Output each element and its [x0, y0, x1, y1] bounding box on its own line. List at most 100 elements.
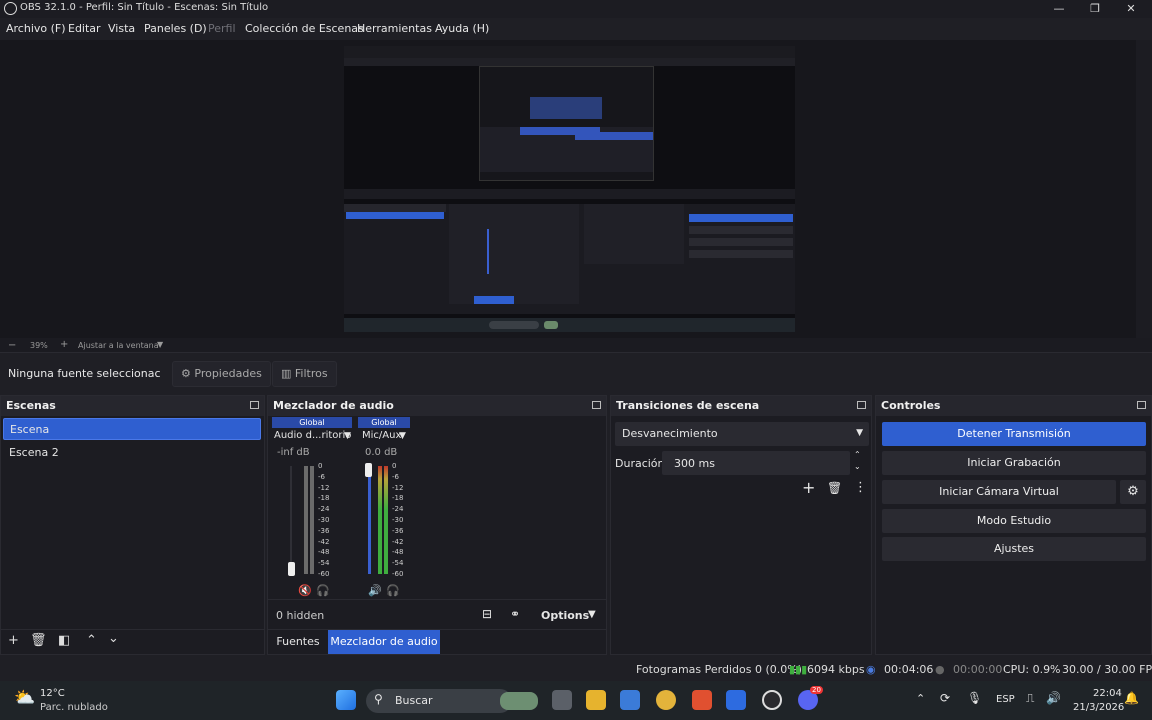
meter-scale-tick: -48: [392, 548, 404, 557]
virtual-camera-settings-gear-icon[interactable]: ⚙: [1120, 480, 1146, 504]
language-indicator[interactable]: ESP: [996, 694, 1015, 705]
notification-bell-icon[interactable]: 🔔: [1124, 691, 1139, 705]
meter-scale-tick: -30: [318, 516, 330, 524]
menu-perfil[interactable]: Perfil: [208, 22, 236, 35]
fit-window-button[interactable]: Ajustar a la ventana: [78, 341, 159, 350]
link-icon[interactable]: ⚭: [510, 607, 520, 621]
task-view-icon[interactable]: [552, 690, 572, 710]
float-dock-icon[interactable]: [592, 401, 601, 409]
minimize-button[interactable]: —: [1042, 0, 1076, 18]
muted-speaker-icon[interactable]: 🔇: [298, 584, 312, 597]
scene-item[interactable]: Escena 2: [3, 442, 261, 464]
menu-paneles[interactable]: Paneles (D): [144, 22, 207, 35]
channel-menu-icon[interactable]: ▼: [399, 431, 406, 441]
gear-icon: ⚙: [181, 367, 191, 380]
spin-up-icon[interactable]: ⌃: [854, 450, 861, 459]
hide-channels-icon[interactable]: ⊟: [482, 607, 492, 621]
float-dock-icon[interactable]: [857, 401, 866, 409]
clock-date[interactable]: 21/3/2026: [1073, 702, 1124, 713]
volume-slider-track[interactable]: [368, 466, 371, 574]
add-transition-icon[interactable]: +: [802, 478, 815, 497]
meter-scale-tick: -18: [392, 494, 404, 503]
scenes-dock-title: Escenas: [6, 399, 56, 412]
stop-streaming-button[interactable]: Detener Transmisión: [882, 422, 1146, 446]
menu-coleccion-escenas[interactable]: Colección de Escenas: [245, 22, 364, 35]
close-button[interactable]: ✕: [1114, 0, 1148, 18]
weather-icon[interactable]: ⛅: [14, 688, 35, 708]
menu-archivo[interactable]: Archivo (F): [6, 22, 66, 35]
tab-fuentes[interactable]: Fuentes: [270, 630, 326, 654]
nested-control: [575, 132, 653, 140]
speaker-icon[interactable]: 🔊: [368, 584, 382, 597]
float-dock-icon[interactable]: [250, 401, 259, 409]
store-icon[interactable]: [620, 690, 640, 710]
preview-canvas[interactable]: [344, 46, 795, 332]
start-recording-button[interactable]: Iniciar Grabación: [882, 451, 1146, 475]
chrome-icon[interactable]: [656, 690, 676, 710]
move-up-icon[interactable]: ⌃: [86, 633, 97, 648]
settings-button[interactable]: Ajustes: [882, 537, 1146, 561]
spin-down-icon[interactable]: ⌄: [854, 462, 861, 471]
options-dropdown-icon[interactable]: ▼: [588, 609, 596, 620]
windows-start-icon[interactable]: [336, 690, 356, 710]
preview-vertical-scrollbar[interactable]: [1136, 40, 1152, 338]
meter-scale-tick: -12: [318, 483, 330, 492]
stream-status-icon: ◉: [866, 663, 876, 676]
zoom-dropdown-icon[interactable]: ▼: [157, 340, 163, 349]
tab-mezclador[interactable]: Mezclador de audio: [328, 630, 440, 654]
maximize-button[interactable]: ❐: [1078, 0, 1112, 18]
nested-tab-active: [474, 296, 514, 304]
scene-item[interactable]: Escena: [3, 418, 261, 440]
volume-slider-track[interactable]: [290, 466, 292, 574]
channel-menu-icon[interactable]: ▼: [344, 431, 351, 441]
discord-badge: 20: [810, 686, 823, 694]
headphones-icon[interactable]: 🎧: [316, 584, 330, 597]
float-dock-icon[interactable]: [1137, 401, 1146, 409]
menu-editar[interactable]: Editar: [68, 22, 101, 35]
meter-scale-tick: -6: [318, 472, 325, 481]
app-icon[interactable]: [726, 690, 746, 710]
meter-scale-tick: 0: [392, 462, 397, 470]
menu-bar: Archivo (F) Editar Vista Paneles (D) Per…: [0, 18, 1152, 40]
more-icon[interactable]: ⋮: [854, 480, 867, 495]
menu-herramientas[interactable]: Herramientas: [357, 22, 432, 35]
meter-scale-tick: 0: [318, 462, 323, 470]
start-virtual-camera-button[interactable]: Iniciar Cámara Virtual: [882, 480, 1116, 504]
menu-ayuda[interactable]: Ayuda (H): [435, 22, 489, 35]
options-button[interactable]: Options: [541, 609, 589, 622]
meter-scale-tick: -36: [392, 526, 404, 535]
status-bar: Fotogramas Perdidos 0 (0.0%) ▮▮▮ 6094 kb…: [0, 657, 1152, 681]
zoom-in-button[interactable]: +: [60, 339, 68, 350]
properties-button[interactable]: ⚙ Propiedades: [172, 361, 271, 387]
sync-icon[interactable]: ⟳: [940, 691, 950, 705]
source-toolbar: Ninguna fuente seleccionac ⚙ Propiedades…: [0, 357, 1152, 391]
clock-time[interactable]: 22:04: [1093, 688, 1122, 699]
duration-field[interactable]: 300 ms: [662, 451, 850, 475]
zoom-out-button[interactable]: −: [8, 340, 16, 351]
obs-taskbar-icon[interactable]: [762, 690, 782, 710]
menu-vista[interactable]: Vista: [108, 22, 135, 35]
windows-taskbar: ⛅ 12°C Parc. nublado ⚲ Buscar 20 ⌃ ⟳ 🎙 E…: [0, 681, 1152, 720]
transition-select[interactable]: Desvanecimiento ▼: [615, 422, 869, 446]
audio-meter: [304, 466, 308, 574]
mixer-dock-title: Mezclador de audio: [273, 399, 394, 412]
trash-icon[interactable]: 🗑: [827, 481, 842, 495]
filters-button[interactable]: ▥ Filtros: [272, 361, 337, 387]
microphone-icon[interactable]: 🎙: [967, 691, 982, 705]
file-explorer-icon[interactable]: [586, 690, 606, 710]
volume-slider-handle[interactable]: [288, 562, 295, 576]
volume-slider-handle[interactable]: [365, 463, 372, 477]
network-icon[interactable]: ⎍: [1026, 691, 1034, 706]
studio-mode-button[interactable]: Modo Estudio: [882, 509, 1146, 533]
move-down-icon[interactable]: ⌄: [108, 631, 119, 646]
signal-bars-icon: ▮▮▮: [789, 663, 808, 676]
tray-overflow-icon[interactable]: ⌃: [916, 692, 925, 705]
taskbar-search[interactable]: ⚲ Buscar: [366, 689, 538, 713]
volume-icon[interactable]: 🔊: [1046, 691, 1061, 705]
meter-scale-tick: -60: [318, 570, 330, 578]
add-scene-icon[interactable]: +: [8, 633, 19, 648]
trash-icon[interactable]: 🗑: [30, 633, 47, 648]
brave-icon[interactable]: [692, 690, 712, 710]
headphones-icon[interactable]: 🎧: [386, 584, 400, 597]
scene-filters-icon[interactable]: ◧: [58, 633, 70, 648]
